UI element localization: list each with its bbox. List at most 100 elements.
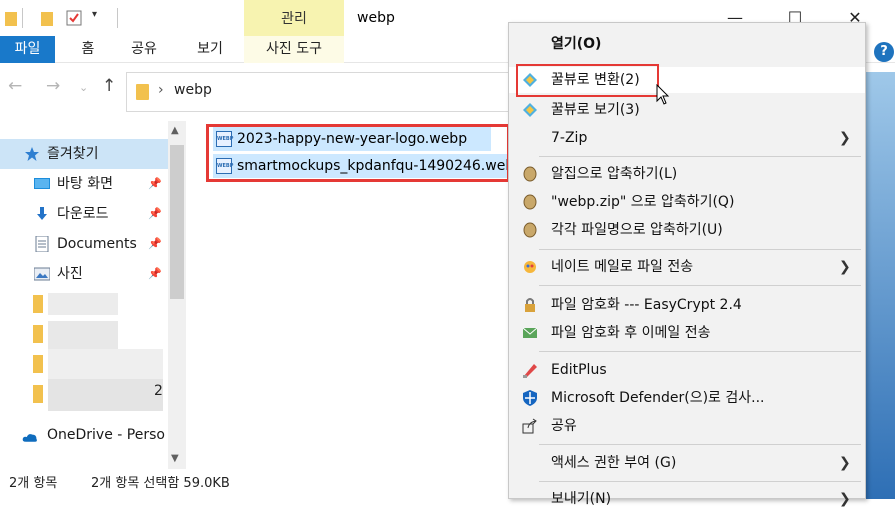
nate-mail-icon [524, 261, 536, 273]
menu-item-send-to[interactable]: 보내기(N) ❯ [509, 486, 865, 512]
pin-icon: 📌 [148, 237, 162, 250]
blurred-folder-name[interactable] [48, 379, 163, 411]
menu-item-zip-each[interactable]: 각각 파일명으로 압축하기(U) [509, 217, 865, 243]
menu-item-honeyview-view[interactable]: 꿀뷰로 보기(3) [509, 97, 865, 123]
menu-item-share[interactable]: 공유 [509, 413, 865, 439]
scrollbar-thumb[interactable] [170, 145, 184, 299]
properties-checkbox-icon[interactable] [66, 10, 82, 26]
item-count: 2개 항목 [9, 476, 58, 491]
submenu-arrow-icon: ❯ [839, 259, 851, 275]
share-icon [522, 418, 537, 434]
nav-quick-access[interactable]: 즐겨찾기 [0, 139, 168, 169]
menu-separator [539, 481, 861, 482]
menu-item-label: Microsoft Defender(으)로 검사... [551, 390, 765, 406]
lock-icon [525, 298, 535, 312]
blurred-folder-name[interactable] [48, 293, 118, 315]
folder-icon [33, 385, 43, 403]
new-folder-icon[interactable] [41, 10, 53, 26]
nav-item-label: 사진 [57, 266, 83, 282]
tab-picture-tools[interactable]: 사진 도구 [244, 36, 344, 63]
toolbar-separator [22, 8, 23, 28]
blurred-folder-name[interactable] [48, 321, 118, 349]
menu-item-defender-scan[interactable]: Microsoft Defender(으)로 검사... [509, 385, 865, 411]
tab-share[interactable]: 공유 [124, 36, 164, 63]
menu-item-label: 파일 암호화 후 이메일 전송 [551, 325, 711, 341]
forward-arrow-icon[interactable]: → [46, 76, 60, 96]
pin-icon: 📌 [148, 177, 162, 190]
menu-item-label: 꿀뷰로 보기(3) [551, 102, 640, 118]
menu-item-label: EditPlus [551, 362, 607, 378]
menu-item-easycrypt[interactable]: 파일 암호화 --- EasyCrypt 2.4 [509, 292, 865, 318]
menu-separator [539, 249, 861, 250]
menu-item-label: 보내기(N) [551, 491, 612, 507]
submenu-arrow-icon: ❯ [839, 491, 851, 507]
toolbar-separator [117, 8, 118, 28]
menu-item-7zip[interactable]: 7-Zip ❯ [509, 125, 865, 151]
nav-item-label: 다운로드 [57, 206, 109, 222]
menu-item-nate-mail[interactable]: 네이트 메일로 파일 전송 ❯ [509, 254, 865, 280]
nav-quick-access-label: 즐겨찾기 [47, 146, 99, 162]
menu-highlight-box [516, 64, 659, 97]
star-icon [25, 147, 39, 161]
nav-item-label: Documents [57, 236, 137, 252]
pin-icon: 📌 [148, 207, 162, 220]
blurred-folder-name[interactable] [48, 349, 163, 379]
menu-item-grant-access[interactable]: 액세스 권한 부여 (G) ❯ [509, 450, 865, 476]
menu-item-label: 7-Zip [551, 130, 588, 146]
documents-icon [35, 236, 49, 252]
scroll-up-arrow-icon[interactable]: ▲ [171, 125, 179, 136]
editplus-icon [523, 364, 537, 378]
menu-item-label: 네이트 메일로 파일 전송 [551, 259, 694, 275]
recent-locations-chevron-icon[interactable]: ⌄ [79, 81, 88, 94]
help-button[interactable]: ? [874, 42, 894, 62]
menu-separator [539, 444, 861, 445]
menu-separator [539, 351, 861, 352]
pictures-icon [34, 267, 50, 281]
folder-icon [136, 84, 149, 100]
blurred-suffix: 2 [154, 383, 163, 399]
menu-item-label: 액세스 권한 부여 (G) [551, 455, 677, 471]
menu-item-label: 각각 파일명으로 압축하기(U) [551, 222, 723, 238]
menu-item-label: 공유 [551, 418, 577, 434]
alzip-icon [523, 194, 537, 210]
tab-view[interactable]: 보기 [188, 36, 232, 63]
breadcrumb-current[interactable]: webp [174, 82, 212, 98]
menu-item-alzip[interactable]: 알집으로 압축하기(L) [509, 161, 865, 187]
tab-home[interactable]: 홈 [72, 36, 104, 63]
download-icon [37, 207, 47, 220]
nav-scrollbar[interactable]: ▲ ▼ [168, 121, 186, 469]
scroll-down-arrow-icon[interactable]: ▼ [171, 453, 179, 464]
menu-item-encrypt-email[interactable]: 파일 암호화 후 이메일 전송 [509, 320, 865, 346]
up-arrow-icon[interactable]: ↑ [102, 76, 116, 96]
nav-item-label: 바탕 화면 [57, 176, 113, 192]
quick-access-dropdown-icon[interactable]: ▾ [92, 9, 97, 20]
menu-item-open[interactable]: 열기(O) [509, 31, 865, 57]
mouse-cursor-icon [656, 84, 670, 105]
selection-highlight-box [206, 124, 510, 182]
folder-icon [33, 355, 43, 373]
folder-icon[interactable] [5, 10, 17, 26]
folder-icon [33, 325, 43, 343]
menu-item-zip-as-webp[interactable]: "webp.zip" 으로 압축하기(Q) [509, 189, 865, 215]
menu-separator [539, 156, 861, 157]
nav-item-documents[interactable]: Documents 📌 [0, 229, 168, 259]
encrypt-mail-icon [522, 327, 538, 338]
back-arrow-icon[interactable]: ← [8, 76, 22, 96]
window-title: webp [357, 10, 395, 26]
status-bar: 2개 항목 2개 항목 선택함 59.0KB [0, 469, 520, 499]
menu-item-editplus[interactable]: EditPlus [509, 357, 865, 383]
nav-item-label: OneDrive - Perso [47, 427, 165, 443]
desktop-icon [34, 178, 50, 189]
menu-separator [539, 285, 861, 286]
alzip-icon [523, 166, 537, 182]
nav-item-pictures[interactable]: 사진 📌 [0, 259, 168, 289]
nav-item-downloads[interactable]: 다운로드 📌 [0, 199, 168, 229]
tab-manage[interactable]: 관리 [244, 0, 344, 36]
nav-item-desktop[interactable]: 바탕 화면 📌 [0, 169, 168, 199]
submenu-arrow-icon: ❯ [839, 455, 851, 471]
submenu-arrow-icon: ❯ [839, 130, 851, 146]
nav-item-onedrive[interactable]: OneDrive - Perso [0, 420, 168, 450]
breadcrumb-chevron-icon[interactable]: › [158, 82, 164, 98]
desktop-background [866, 72, 895, 499]
tab-file[interactable]: 파일 [0, 36, 55, 63]
